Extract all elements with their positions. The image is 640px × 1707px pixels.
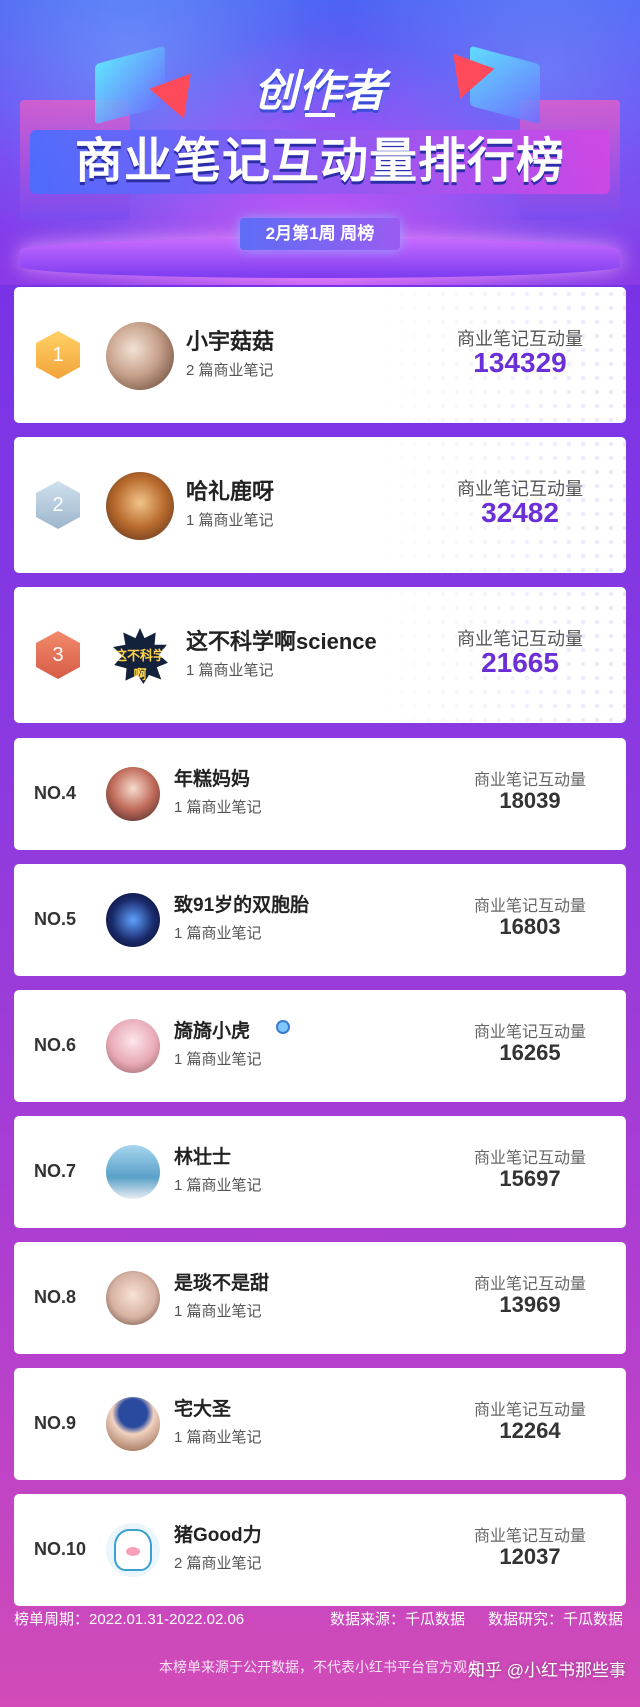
- rank-number: NO.5: [34, 909, 77, 929]
- metric-label: 商业笔记互动量: [473, 772, 586, 789]
- avatar[interactable]: [106, 322, 174, 390]
- rank-card-3[interactable]: 3 这不科学啊 这不科学啊science 1 篇商业笔记 商业笔记互动量 216…: [14, 587, 626, 723]
- metric-value: 18039: [499, 788, 561, 813]
- brand-title: 创作者: [254, 66, 386, 117]
- metric-label: 商业笔记互动量: [473, 1150, 586, 1167]
- rank-number: NO.8: [34, 1287, 77, 1307]
- notes-count: 1 篇商业笔记: [174, 1303, 262, 1320]
- creator-name[interactable]: 这不科学啊science: [186, 624, 377, 656]
- rank-card-7[interactable]: NO.7 林壮士 1 篇商业笔记 商业笔记互动量 15697: [14, 1116, 626, 1228]
- creator-name[interactable]: 宅大圣: [174, 1394, 231, 1421]
- creator-name[interactable]: 年糕妈妈: [174, 764, 250, 791]
- creator-name[interactable]: 哈礼鹿呀: [186, 474, 274, 506]
- page-title: 商业笔记互动量排行榜: [30, 130, 610, 194]
- avatar[interactable]: 这不科学啊: [106, 622, 174, 690]
- creator-name[interactable]: 小宇菇菇: [186, 324, 274, 356]
- verified-badge-icon: [276, 1020, 290, 1034]
- rank-card-4[interactable]: NO.4 年糕妈妈 1 篇商业笔记 商业笔记互动量 18039: [14, 738, 626, 850]
- avatar[interactable]: [106, 1523, 160, 1577]
- notes-count: 1 篇商业笔记: [174, 1177, 262, 1194]
- rank-number: NO.10: [34, 1539, 87, 1559]
- notes-count: 1 篇商业笔记: [174, 925, 262, 942]
- data-research-text: 数据研究：千瓜数据: [488, 1611, 624, 1628]
- rank-card-9[interactable]: NO.9 宅大圣 1 篇商业笔记 商业笔记互动量 12264: [14, 1368, 626, 1480]
- metric-value: 16803: [499, 914, 561, 939]
- watermark: 知乎 @小红书那些事: [468, 1661, 626, 1680]
- metric-value: 16265: [499, 1040, 561, 1065]
- rank-card-10[interactable]: NO.10 猪Good力 2 篇商业笔记 商业笔记互动量 12037: [14, 1494, 626, 1606]
- notes-count: 1 篇商业笔记: [174, 1051, 262, 1068]
- creator-name[interactable]: 是琰不是甜: [174, 1268, 269, 1295]
- rank-card-6[interactable]: NO.6 旖旖小虎 1 篇商业笔记 商业笔记互动量 16265: [14, 990, 626, 1102]
- data-source-text: 数据来源：千瓜数据: [330, 1611, 466, 1628]
- notes-count: 1 篇商业笔记: [174, 1429, 262, 1446]
- rank-card-5[interactable]: NO.5 致91岁的双胞胎 1 篇商业笔记 商业笔记互动量 16803: [14, 864, 626, 976]
- rank-medal-bronze: 3: [36, 631, 80, 679]
- week-badge: 2月第1周 周榜: [240, 218, 400, 250]
- header-banner: 创作者 商业笔记互动量排行榜 2月第1周 周榜: [0, 0, 640, 285]
- metric-label: 商业笔记互动量: [473, 1402, 586, 1419]
- metric-label: 商业笔记互动量: [473, 898, 586, 915]
- rank-number: NO.4: [34, 783, 77, 803]
- rank-card-8[interactable]: NO.8 是琰不是甜 1 篇商业笔记 商业笔记互动量 13969: [14, 1242, 626, 1354]
- metric-value: 15697: [499, 1166, 561, 1191]
- notes-count: 1 篇商业笔记: [186, 662, 274, 679]
- rank-card-2[interactable]: 2 哈礼鹿呀 1 篇商业笔记 商业笔记互动量 32482: [14, 437, 626, 573]
- rank-number: NO.9: [34, 1413, 77, 1433]
- avatar[interactable]: [106, 1397, 160, 1451]
- metric-value: 21665: [481, 647, 559, 678]
- metric-label: 商业笔记互动量: [473, 1024, 586, 1041]
- creator-name[interactable]: 旖旖小虎: [174, 1016, 250, 1043]
- metric-value: 12264: [499, 1418, 561, 1443]
- starburst-logo: 这不科学啊: [113, 628, 168, 684]
- metric-value: 134329: [473, 347, 567, 378]
- metric-value: 12037: [499, 1544, 561, 1569]
- creator-name[interactable]: 林壮士: [174, 1142, 231, 1169]
- metric-value: 13969: [499, 1292, 561, 1317]
- rank-number: NO.7: [34, 1161, 77, 1181]
- notes-count: 2 篇商业笔记: [174, 1555, 262, 1572]
- rank-card-1[interactable]: 1 小宇菇菇 2 篇商业笔记 商业笔记互动量 134329: [14, 287, 626, 423]
- metric-label: 商业笔记互动量: [473, 1528, 586, 1545]
- pig-mascot-icon: [114, 1529, 152, 1571]
- brand-underline: [305, 113, 335, 117]
- creator-name[interactable]: 致91岁的双胞胎: [174, 890, 309, 917]
- period-text: 榜单周期：2022.01.31-2022.02.06: [14, 1611, 245, 1628]
- avatar[interactable]: [106, 893, 160, 947]
- metric-label: 商业笔记互动量: [473, 1276, 586, 1293]
- notes-count: 2 篇商业笔记: [186, 362, 274, 379]
- avatar[interactable]: [106, 767, 160, 821]
- rank-medal-gold: 1: [36, 331, 80, 379]
- notes-count: 1 篇商业笔记: [174, 799, 262, 816]
- avatar[interactable]: [106, 1019, 160, 1073]
- avatar[interactable]: [106, 1271, 160, 1325]
- creator-name[interactable]: 猪Good力: [174, 1520, 262, 1547]
- metric-value: 32482: [481, 497, 559, 528]
- rank-medal-silver: 2: [36, 481, 80, 529]
- avatar[interactable]: [106, 1145, 160, 1199]
- rank-number: NO.6: [34, 1035, 77, 1055]
- avatar[interactable]: [106, 472, 174, 540]
- notes-count: 1 篇商业笔记: [186, 512, 274, 529]
